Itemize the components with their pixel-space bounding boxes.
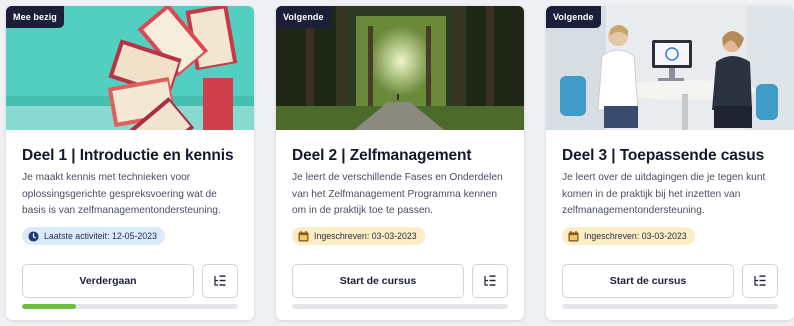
course-description: Je maakt kennis met technieken voor oplo… — [22, 172, 221, 216]
course-image-forest-road: Volgende — [276, 6, 524, 130]
list-tree-icon — [214, 275, 226, 286]
progress-bar — [562, 304, 778, 309]
outline-button[interactable] — [202, 264, 238, 298]
enrolled-chip: Ingeschreven: 03-03-2023 — [562, 227, 695, 245]
status-badge: Volgende — [276, 6, 331, 28]
course-title: Deel 2 | Zelfmanagement — [292, 147, 472, 164]
start-course-button[interactable]: Start de cursus — [292, 264, 464, 298]
calendar-icon — [298, 230, 309, 242]
course-description: Je leert over de uitdagingen die je tege… — [562, 172, 766, 216]
outline-button[interactable] — [472, 264, 508, 298]
status-badge: Volgende — [546, 6, 601, 28]
course-title: Deel 1 | Introductie en kennis — [22, 147, 234, 164]
activity-chip: Laatste activiteit: 12-05-2023 — [22, 227, 165, 245]
clock-icon — [28, 230, 39, 242]
course-title: Deel 3 | Toepassende casus — [562, 147, 765, 164]
outline-button[interactable] — [742, 264, 778, 298]
course-card-2: Volgende Deel 2 | Zelfmanagement Je leer… — [276, 6, 524, 320]
progress-bar — [292, 304, 508, 309]
calendar-icon — [568, 230, 579, 242]
course-image-consultation: Volgende — [546, 6, 794, 130]
enrolled-chip: Ingeschreven: 03-03-2023 — [292, 227, 425, 245]
progress-fill — [22, 304, 76, 309]
chip-label: Ingeschreven: 03-03-2023 — [584, 231, 687, 241]
course-card-1: Mee bezig Deel 1 | Introductie en kennis… — [6, 6, 254, 320]
continue-button[interactable]: Verdergaan — [22, 264, 194, 298]
course-description: Je leert de verschillende Fases en Onder… — [292, 172, 503, 216]
list-tree-icon — [754, 275, 766, 286]
start-course-button[interactable]: Start de cursus — [562, 264, 734, 298]
status-badge: Mee bezig — [6, 6, 64, 28]
course-card-3: Volgende Deel 3 | Toepassende casus Je l… — [546, 6, 794, 320]
progress-bar — [22, 304, 238, 309]
course-image-books: Mee bezig — [6, 6, 254, 130]
course-grid: Mee bezig Deel 1 | Introductie en kennis… — [0, 0, 794, 326]
list-tree-icon — [484, 275, 496, 286]
chip-label: Ingeschreven: 03-03-2023 — [314, 231, 417, 241]
chip-label: Laatste activiteit: 12-05-2023 — [44, 231, 157, 241]
